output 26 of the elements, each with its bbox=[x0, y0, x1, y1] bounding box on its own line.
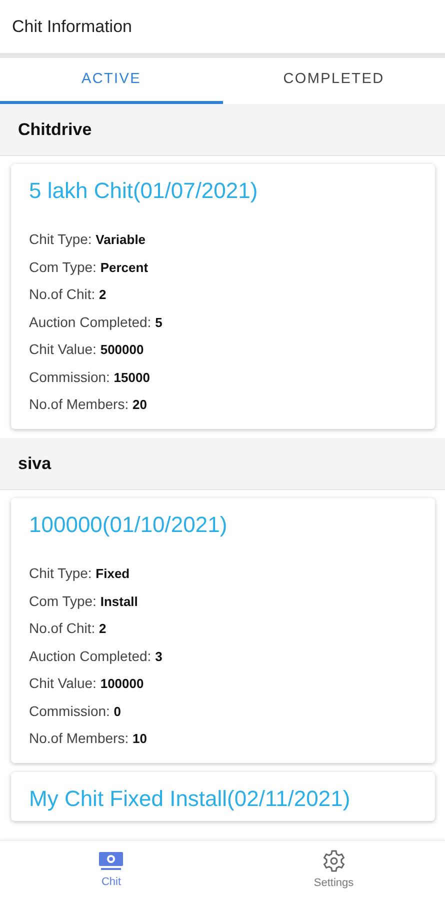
field-text: Com Type: Install bbox=[29, 592, 139, 611]
field-text: Auction Completed: 5 bbox=[29, 312, 164, 332]
chit-card[interactable]: 5 lakh Chit(01/07/2021) Chit Type: Variable Com Type: Percent No.of Chit: 2 Auction Completed: 5 Chit Value: 500000 Commission: 15000 No.of Members: 20 bbox=[11, 164, 435, 429]
field-text: Auction Completed: 3 bbox=[29, 646, 164, 666]
field-text: No.of Chit: 2 bbox=[29, 285, 108, 304]
settings-icon bbox=[322, 849, 346, 874]
nav-item[interactable]: Chit bbox=[0, 841, 222, 900]
group-header: siva bbox=[0, 438, 445, 490]
field-text: Chit Value: 500000 bbox=[29, 340, 145, 360]
field-text: Commission: 15000 bbox=[29, 368, 151, 387]
field-text: Chit Type: Variable bbox=[29, 230, 147, 250]
nav-item[interactable]: Settings bbox=[222, 841, 445, 900]
field-text: Chit Value: 100000 bbox=[29, 674, 145, 694]
chit-title: 5 lakh Chit(01/07/2021) bbox=[29, 178, 259, 204]
field-text: No.of Members: 10 bbox=[29, 729, 148, 748]
field-text: No.of Members: 20 bbox=[29, 395, 148, 414]
chit-card[interactable]: My Chit Fixed Install(02/11/2021) bbox=[11, 772, 435, 821]
field-text: Chit Type: Fixed bbox=[29, 564, 131, 584]
field-text: Commission: 0 bbox=[29, 702, 122, 721]
chit-title: 100000(01/10/2021) bbox=[29, 512, 228, 538]
chit-card[interactable]: 100000(01/10/2021) Chit Type: Fixed Com Type: Install No.of Chit: 2 Auction Completed: 3 Chit Value: 100000 Commission: 0 No.of Members: 10 bbox=[11, 498, 435, 763]
field-text: Com Type: Percent bbox=[29, 258, 150, 277]
banknote-icon bbox=[98, 850, 124, 872]
chit-title: My Chit Fixed Install(02/11/2021) bbox=[29, 786, 352, 811]
field-text: No.of Chit: 2 bbox=[29, 619, 108, 638]
group-header: Chitdrive bbox=[0, 104, 445, 156]
